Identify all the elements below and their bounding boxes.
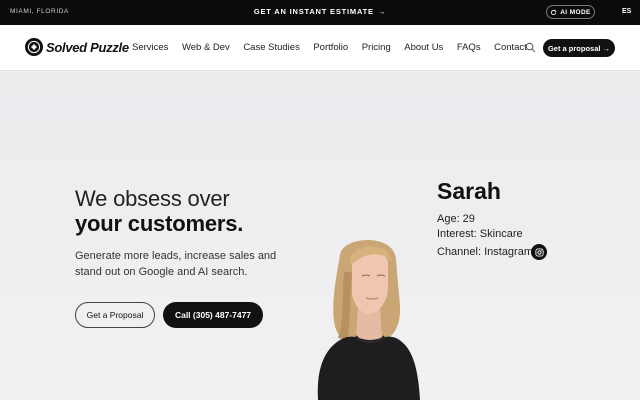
hero-headline-light: We obsess over xyxy=(75,186,230,211)
nav-item-faqs[interactable]: FAQs xyxy=(457,42,481,53)
nav-item-portfolio[interactable]: Portfolio xyxy=(313,42,348,53)
puzzle-logo-icon xyxy=(25,38,43,56)
nav-item-about-us[interactable]: About Us xyxy=(404,42,443,53)
arrow-right-icon: → xyxy=(377,7,387,16)
search-icon[interactable] xyxy=(525,42,536,53)
get-proposal-nav-button[interactable]: Get a proposal → xyxy=(543,39,615,57)
instant-estimate-label[interactable]: GET AN INSTANT ESTIMATE xyxy=(254,7,374,16)
customer-portrait-image xyxy=(317,240,420,400)
ai-mode-label[interactable]: AI MODE xyxy=(560,9,591,16)
nav-menu: Services Web & Dev Case Studies Portfoli… xyxy=(132,42,540,53)
persona-name: Sarah xyxy=(437,178,501,204)
nav-item-pricing[interactable]: Pricing xyxy=(362,42,391,53)
logo[interactable]: Solved Puzzle xyxy=(25,38,129,56)
call-phone-button[interactable]: Call (305) 487-7477 xyxy=(163,302,263,328)
main-navigation: Solved Puzzle Services Web & Dev Case St… xyxy=(0,25,640,71)
nav-item-contact[interactable]: Contact xyxy=(494,42,527,53)
instagram-icon[interactable] xyxy=(531,244,547,260)
nav-item-case-studies[interactable]: Case Studies xyxy=(243,42,300,53)
logo-text[interactable]: Solved Puzzle xyxy=(46,40,129,55)
hero-headline-bold: your customers. xyxy=(75,211,244,236)
hero-subtext: Generate more leads, increase sales and … xyxy=(75,250,277,278)
persona-age: Age: 29 xyxy=(437,213,475,225)
refresh-icon xyxy=(551,9,557,15)
language-toggle[interactable]: ES xyxy=(622,8,631,15)
announcement-bar: MIAMI, FLORIDA GET AN INSTANT ESTIMATE → … xyxy=(0,0,640,25)
ai-mode-button[interactable]: AI MODE xyxy=(546,5,595,19)
nav-item-web-dev[interactable]: Web & Dev xyxy=(182,42,230,53)
persona-channel: Channel: Instagram xyxy=(437,246,533,258)
instant-estimate-link[interactable]: GET AN INSTANT ESTIMATE → xyxy=(0,7,640,16)
nav-item-services[interactable]: Services xyxy=(132,42,168,53)
persona-interest: Interest: Skincare xyxy=(437,228,523,240)
get-proposal-button[interactable]: Get a Proposal xyxy=(75,302,155,328)
